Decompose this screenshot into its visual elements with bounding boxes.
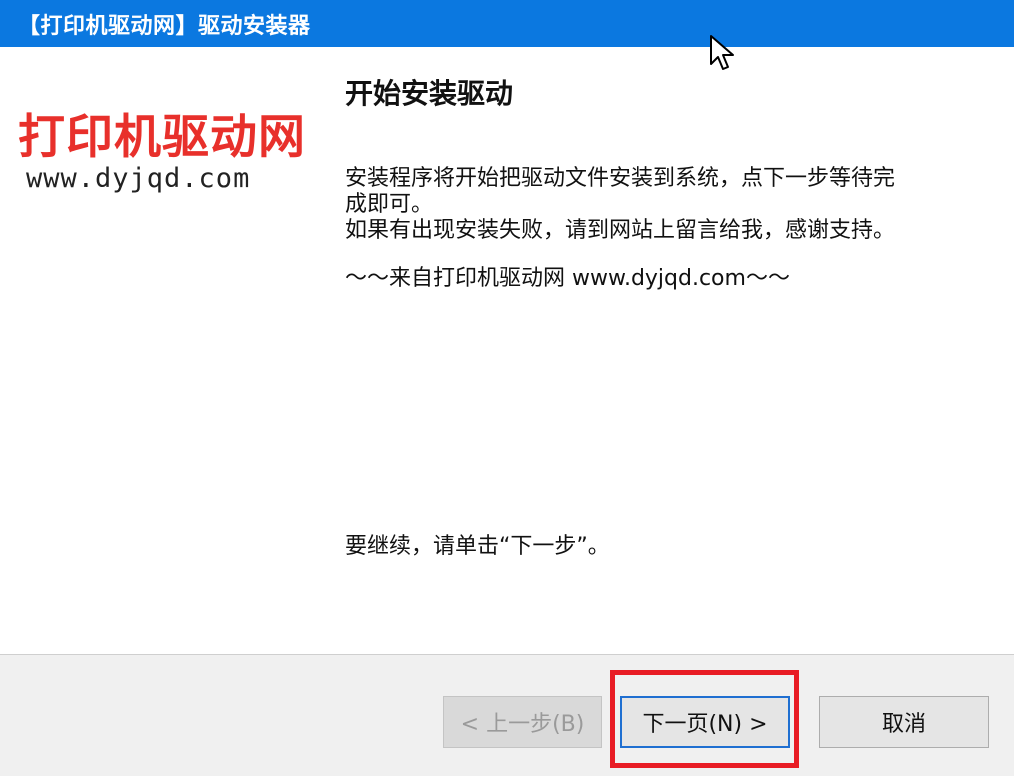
brand-logo: 打印机驱动网 www.dyjqd.com bbox=[18, 112, 318, 194]
instructions: 安装程序将开始把驱动文件安装到系统，点下一步等待完成即可。 如果有出现安装失败，… bbox=[345, 166, 905, 292]
logo-url-text: www.dyjqd.com bbox=[26, 163, 251, 194]
installer-window: 【打印机驱动网】驱动安装器 打印机驱动网 www.dyjqd.com 开始安装驱… bbox=[0, 0, 1014, 776]
title-bar[interactable]: 【打印机驱动网】驱动安装器 bbox=[0, 0, 1014, 47]
back-button: < 上一步(B) bbox=[443, 696, 602, 748]
logo-chinese-text: 打印机驱动网 bbox=[18, 110, 306, 165]
cancel-button[interactable]: 取消 bbox=[819, 696, 989, 748]
next-button[interactable]: 下一页(N) > bbox=[620, 696, 790, 748]
continue-instruction: 要继续，请单击“下一步”。 bbox=[345, 534, 610, 559]
instruction-paragraph-1: 安装程序将开始把驱动文件安装到系统，点下一步等待完成即可。 bbox=[345, 166, 896, 217]
window-title: 【打印机驱动网】驱动安装器 bbox=[18, 13, 311, 39]
instruction-paragraph-2: 如果有出现安装失败，请到网站上留言给我，感谢支持。 bbox=[345, 218, 896, 243]
signature-text: ～～来自打印机驱动网 www.dyjqd.com～～ bbox=[345, 266, 790, 291]
arrow-pointer-icon bbox=[710, 35, 734, 70]
page-heading: 开始安装驱动 bbox=[345, 77, 514, 110]
